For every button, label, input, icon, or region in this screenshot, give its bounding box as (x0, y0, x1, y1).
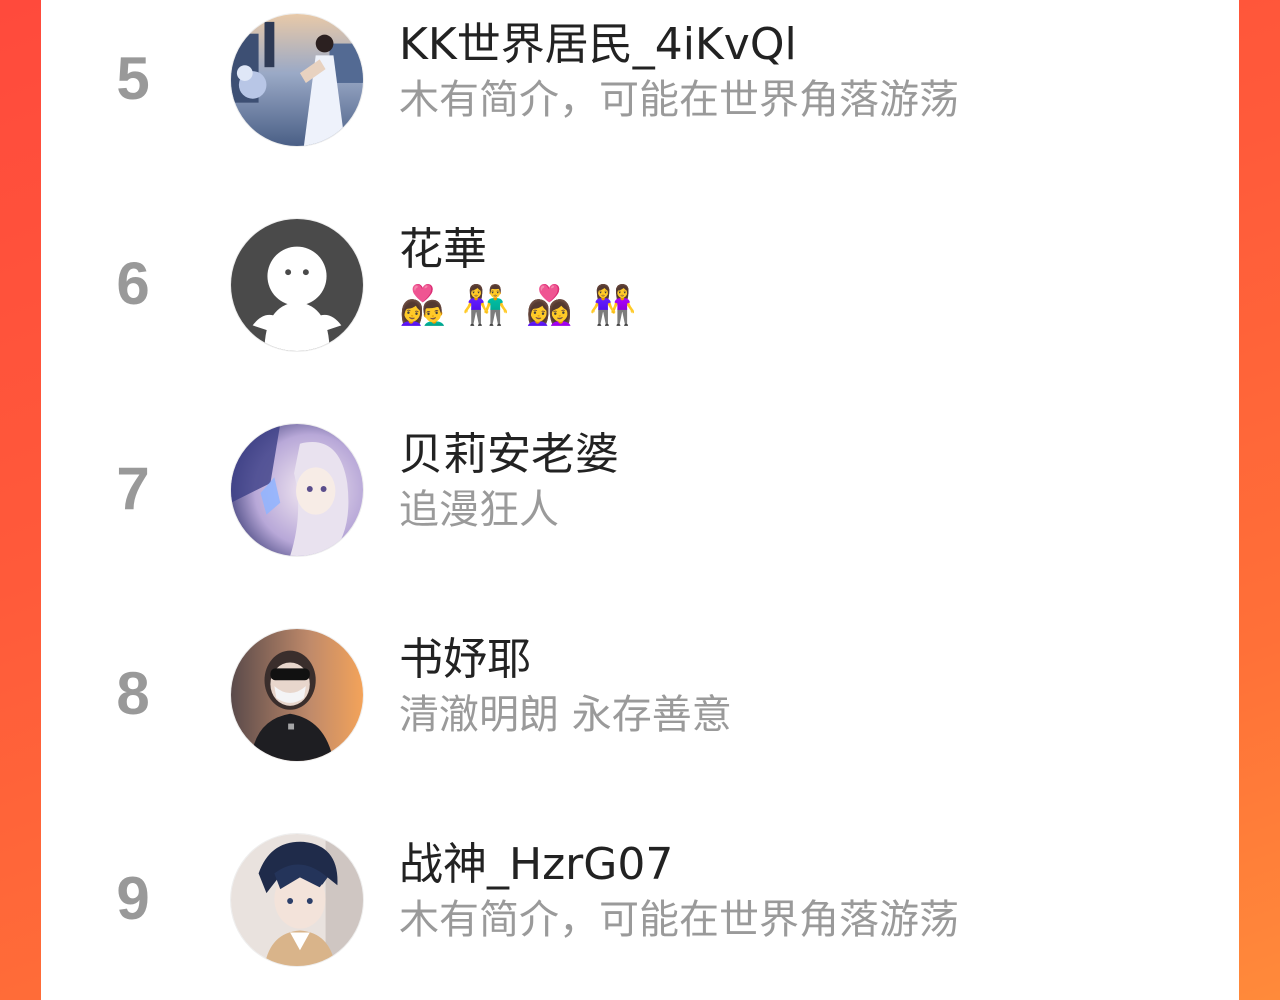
leaderboard-row[interactable]: 7 贝莉安老婆 追漫狂人 (41, 415, 1239, 565)
leaderboard-row[interactable]: 9 战神_HzrG07 木有简介，可能在世界角落游荡 (41, 825, 1239, 975)
rank-number: 7 (116, 455, 150, 522)
rank-number: 6 (116, 250, 150, 317)
anime-avatar-girl-icon (231, 424, 363, 556)
user-bio: 追漫狂人 (399, 487, 559, 533)
user-name[interactable]: 贝莉安老婆 (399, 429, 619, 481)
user-bio: 清澈明朗 永存善意 (399, 692, 732, 738)
user-name[interactable]: 书妤耶 (399, 634, 531, 686)
leaderboard-list: 5 (41, 0, 1239, 1000)
leaderboard-panel: 5 (41, 0, 1239, 1000)
rank-number: 8 (116, 660, 150, 727)
user-avatar[interactable] (230, 423, 364, 557)
rank-number: 5 (116, 45, 150, 112)
user-bio: 木有简介，可能在世界角落游荡 (399, 897, 959, 943)
anime-avatar-boy-icon (231, 834, 363, 966)
user-bio: 木有简介，可能在世界角落游荡 (399, 77, 959, 123)
user-avatar[interactable] (230, 218, 364, 352)
leaderboard-row[interactable]: 8 书妤耶 清澈明朗 永存善意 (41, 620, 1239, 770)
user-avatar[interactable] (230, 628, 364, 762)
rank-number: 9 (116, 865, 150, 932)
default-avatar-ghost-icon (231, 219, 363, 351)
user-name[interactable]: 花華 (399, 224, 487, 276)
user-avatar[interactable] (230, 833, 364, 967)
user-bio: 👩‍❤️‍👨 👫 👩‍❤️‍👩 👭 (399, 283, 639, 327)
leaderboard-row[interactable]: 5 KK世界居民_4iKvQl 木有简介，可能在世界角落游荡 (41, 5, 1239, 155)
photo-avatar-woman-white-dress-icon (231, 14, 363, 146)
user-name[interactable]: 战神_HzrG07 (399, 839, 673, 891)
leaderboard-row[interactable]: 6 花華 👩‍❤️‍👨 👫 👩‍❤️‍👩 👭 (41, 210, 1239, 360)
photo-avatar-masked-person-icon (231, 629, 363, 761)
user-name[interactable]: KK世界居民_4iKvQl (399, 19, 797, 71)
user-avatar[interactable] (230, 13, 364, 147)
